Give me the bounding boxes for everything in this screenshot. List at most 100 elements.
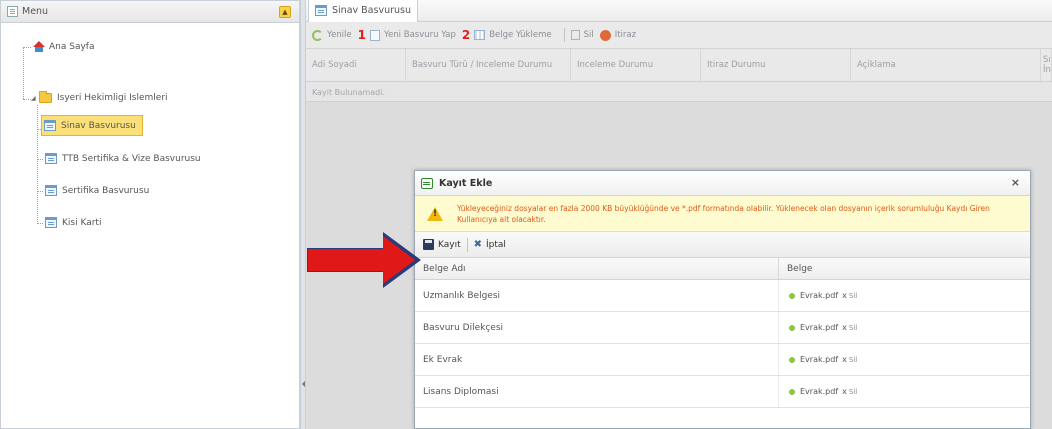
delete-file-link[interactable]: Sil: [849, 356, 857, 364]
form-icon: [45, 185, 57, 196]
column-header[interactable]: Basvuru Türü / Inceleme Durumu: [406, 49, 571, 81]
new-document-icon: [370, 29, 380, 41]
document-name: Lisans Diplomasi: [415, 376, 779, 407]
dialog-titlebar[interactable]: Kayıt Ekle ×: [415, 171, 1030, 196]
dialog-title: Kayıt Ekle: [439, 177, 493, 189]
new-application-label: Yeni Basvuru Yap: [384, 30, 456, 40]
menu-item-isyeri-hekimligi[interactable]: Isyeri Hekimligi Islemleri: [39, 91, 168, 103]
remove-file-icon[interactable]: x: [842, 323, 847, 332]
delete-file-link[interactable]: Sil: [849, 388, 857, 396]
form-icon: [45, 217, 57, 228]
document-row: Basvuru Dilekçesi Evrak.pdf x Sil: [415, 312, 1030, 344]
menu-item-label: Isyeri Hekimligi Islemleri: [57, 93, 168, 103]
column-header[interactable]: Itiraz Durumu: [701, 49, 851, 81]
warning-banner: Yükleyeceğiniz dosyalar en fazla 2000 KB…: [415, 196, 1030, 232]
delete-file-link[interactable]: Sil: [849, 324, 857, 332]
refresh-icon: [312, 29, 323, 41]
upload-documents-button[interactable]: Belge Yükleme: [474, 30, 552, 40]
delete-button[interactable]: Sil: [570, 30, 594, 40]
expand-toggle-icon[interactable]: ◢: [31, 95, 36, 102]
save-button[interactable]: Kayıt: [423, 239, 461, 250]
document-file-cell: Evrak.pdf x Sil: [779, 312, 1030, 343]
close-icon[interactable]: ×: [1011, 176, 1020, 189]
menu-item-sinav-basvurusu[interactable]: Sinav Basvurusu: [41, 115, 143, 136]
red-arrow-icon: [307, 248, 383, 272]
uploaded-status-icon: [789, 324, 795, 331]
form-icon: [421, 177, 433, 189]
menu-title: Menu: [22, 6, 49, 17]
splitter-arrow-icon[interactable]: [302, 381, 305, 387]
step-marker-1: 1: [357, 28, 366, 42]
objection-button[interactable]: Itiraz: [599, 29, 636, 41]
save-icon: [423, 239, 434, 250]
uploaded-status-icon: [789, 388, 795, 395]
dialog-toolbar: Kayıt ✖ İptal: [415, 232, 1030, 258]
refresh-label: Yenile: [327, 30, 352, 40]
uploaded-status-icon: [789, 356, 795, 363]
warning-icon: [427, 206, 443, 221]
menu-item-label: TTB Sertifika & Vize Basvurusu: [62, 153, 201, 164]
save-label: Kayıt: [438, 239, 461, 250]
main-toolbar: Yenile 1 Yeni Basvuru Yap 2 Belge Yüklem…: [306, 22, 1052, 48]
menu-item-label: Ana Sayfa: [49, 41, 95, 52]
file-link[interactable]: Evrak.pdf: [800, 323, 838, 332]
menu-item-ana-sayfa[interactable]: Ana Sayfa: [33, 41, 94, 52]
column-header-belge-adi[interactable]: Belge Adı: [415, 258, 779, 279]
upload-grid-icon: [474, 30, 486, 40]
objection-icon: [599, 29, 611, 41]
cancel-label: İptal: [486, 239, 506, 250]
file-link[interactable]: Evrak.pdf: [800, 355, 838, 364]
menu-item-label: Sinav Basvurusu: [61, 120, 136, 131]
form-icon: [45, 153, 57, 164]
cancel-button[interactable]: ✖ İptal: [474, 239, 506, 250]
menu-item-sertifika-basvurusu[interactable]: Sertifika Basvurusu: [45, 185, 149, 196]
document-row: Uzmanlık Belgesi Evrak.pdf x Sil: [415, 280, 1030, 312]
menu-item-ttb-sertifika[interactable]: TTB Sertifika & Vize Basvurusu: [45, 153, 201, 164]
empty-grid-message: Kayit Bulunamadi.: [306, 82, 1052, 102]
document-file-cell: Evrak.pdf x Sil: [779, 280, 1030, 311]
tab-sinav-basvurusu[interactable]: Sinav Basvurusu: [308, 0, 418, 22]
tab-label: Sinav Basvurusu: [332, 5, 411, 16]
folder-icon: [39, 91, 52, 103]
home-icon: [33, 41, 45, 52]
grid-header: Adi Soyadi Basvuru Türü / Inceleme Durum…: [306, 48, 1052, 82]
remove-file-icon[interactable]: x: [842, 355, 847, 364]
toolbar-separator: [466, 237, 468, 252]
column-header[interactable]: Sı İn: [1041, 49, 1052, 81]
uploaded-status-icon: [789, 292, 795, 299]
add-record-dialog: Kayıt Ekle × Yükleyeceğiniz dosyalar en …: [414, 170, 1031, 429]
refresh-button[interactable]: Yenile: [312, 29, 352, 41]
menu-item-label: Sertifika Basvurusu: [62, 185, 150, 196]
document-row: Ek Evrak Evrak.pdf x Sil: [415, 344, 1030, 376]
menu-item-label: Kisi Karti: [62, 217, 102, 228]
trash-icon: [570, 30, 580, 40]
collapse-button[interactable]: ▲: [279, 6, 291, 18]
remove-file-icon[interactable]: x: [842, 387, 847, 396]
menu-item-kisi-karti[interactable]: Kisi Karti: [45, 217, 101, 228]
document-file-cell: Evrak.pdf x Sil: [779, 376, 1030, 407]
document-name: Basvuru Dilekçesi: [415, 312, 779, 343]
file-link[interactable]: Evrak.pdf: [800, 387, 838, 396]
document-name: Ek Evrak: [415, 344, 779, 375]
step-marker-2: 2: [461, 28, 471, 42]
remove-file-icon[interactable]: x: [842, 291, 847, 300]
document-grid-header: Belge Adı Belge: [415, 258, 1030, 280]
column-header[interactable]: Adi Soyadi: [306, 49, 406, 81]
column-header[interactable]: Inceleme Durumu: [571, 49, 701, 81]
toolbar-separator: [563, 28, 565, 42]
tab-strip: Sinav Basvurusu: [306, 0, 1052, 22]
new-application-button[interactable]: Yeni Basvuru Yap: [370, 29, 456, 41]
delete-file-link[interactable]: Sil: [849, 292, 857, 300]
document-name: Uzmanlık Belgesi: [415, 280, 779, 311]
menu-tree: ◢ Ana Sayfa Isyeri Hekimligi Islemleri S…: [1, 23, 299, 228]
column-header-belge[interactable]: Belge: [779, 258, 1030, 279]
column-header[interactable]: Açiklama: [851, 49, 1041, 81]
form-icon: [315, 5, 327, 16]
red-arrow-head-fill: [383, 236, 415, 284]
upload-documents-label: Belge Yükleme: [489, 30, 552, 40]
warning-text: Yükleyeceğiniz dosyalar en fazla 2000 KB…: [457, 203, 990, 224]
document-file-cell: Evrak.pdf x Sil: [779, 344, 1030, 375]
file-link[interactable]: Evrak.pdf: [800, 291, 838, 300]
menu-icon: [7, 6, 18, 17]
form-icon: [44, 120, 56, 131]
